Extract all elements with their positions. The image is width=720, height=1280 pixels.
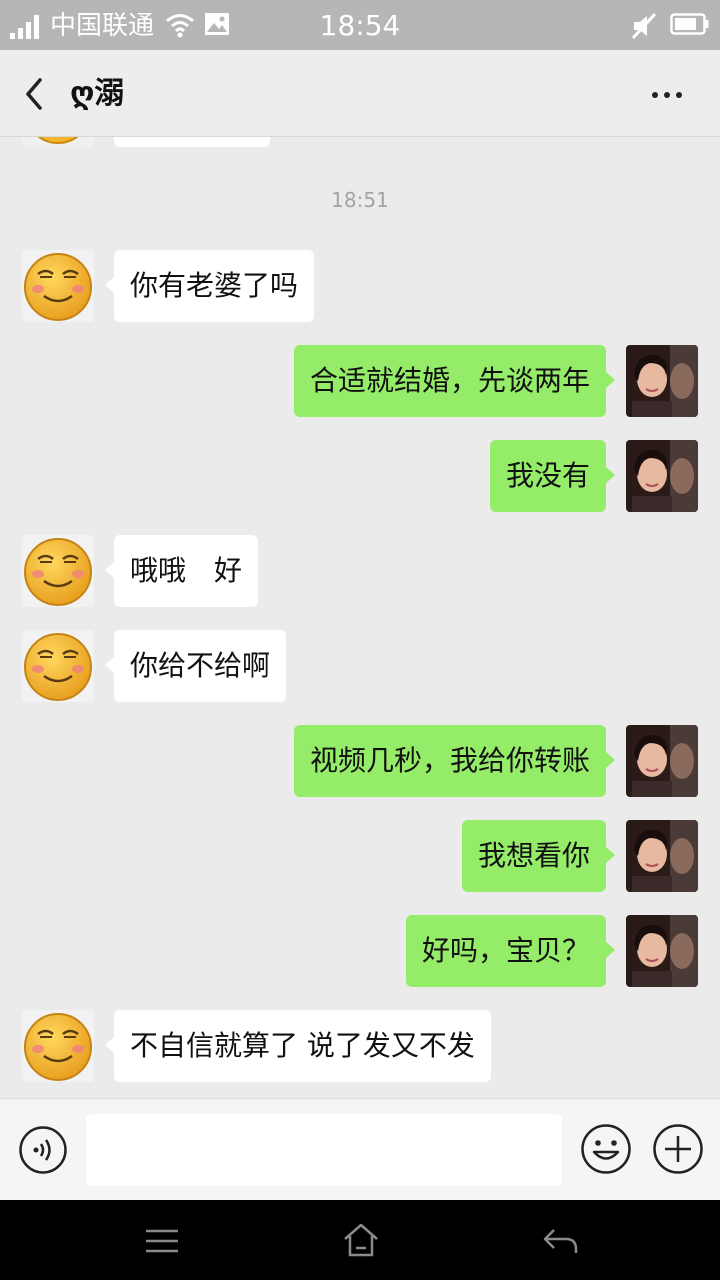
contact-avatar[interactable]	[22, 250, 94, 322]
message-timestamp: 18:51	[331, 188, 389, 212]
status-time: 18:54	[319, 9, 401, 42]
home-icon[interactable]	[342, 1222, 380, 1258]
more-dots-icon[interactable]	[642, 80, 692, 110]
status-bar: 中国联通 18:54	[0, 0, 720, 50]
sent-message-bubble[interactable]: 好吗，宝贝？	[405, 915, 616, 987]
mute-icon	[631, 12, 657, 40]
my-avatar[interactable]	[626, 820, 698, 892]
emoji-icon[interactable]	[580, 1123, 632, 1175]
contact-avatar[interactable]	[22, 1010, 94, 1082]
my-avatar[interactable]	[626, 345, 698, 417]
voice-icon[interactable]	[18, 1125, 68, 1175]
chat-title: ღ溺	[70, 76, 125, 111]
my-avatar[interactable]	[626, 725, 698, 797]
sent-message-bubble[interactable]: 我没有	[489, 440, 616, 512]
received-message-bubble[interactable]: 哦哦 好	[104, 535, 259, 607]
contact-avatar[interactable]	[22, 535, 94, 607]
chevron-left-icon[interactable]	[18, 74, 54, 114]
battery-icon	[670, 13, 709, 35]
input-bar	[0, 1098, 720, 1201]
contact-avatar[interactable]	[22, 630, 94, 702]
menu-icon[interactable]	[144, 1228, 180, 1254]
contact-avatar[interactable]	[22, 137, 94, 147]
received-message-bubble[interactable]	[114, 137, 270, 147]
plus-icon[interactable]	[652, 1123, 704, 1175]
sent-message-bubble[interactable]: 合适就结婚，先谈两年	[293, 345, 616, 417]
my-avatar[interactable]	[626, 915, 698, 987]
my-avatar[interactable]	[626, 440, 698, 512]
sent-message-bubble[interactable]: 视频几秒，我给你转账	[293, 725, 616, 797]
received-message-bubble[interactable]: 不自信就算了 说了发又不发	[105, 1010, 491, 1082]
message-input[interactable]	[86, 1114, 562, 1186]
received-message-bubble[interactable]: 你给不给啊	[104, 630, 287, 702]
system-nav-bar	[0, 1200, 720, 1280]
message-list[interactable]: 18:51 你有老婆了吗 合适就结婚，先谈两年 我没有 哦哦 好 你给不给啊 视…	[0, 137, 720, 1098]
chat-header: ღ溺	[0, 50, 720, 137]
back-arrow-icon[interactable]	[542, 1226, 580, 1256]
received-message-bubble[interactable]: 你有老婆了吗	[104, 250, 315, 322]
sent-message-bubble[interactable]: 我想看你	[461, 820, 616, 892]
